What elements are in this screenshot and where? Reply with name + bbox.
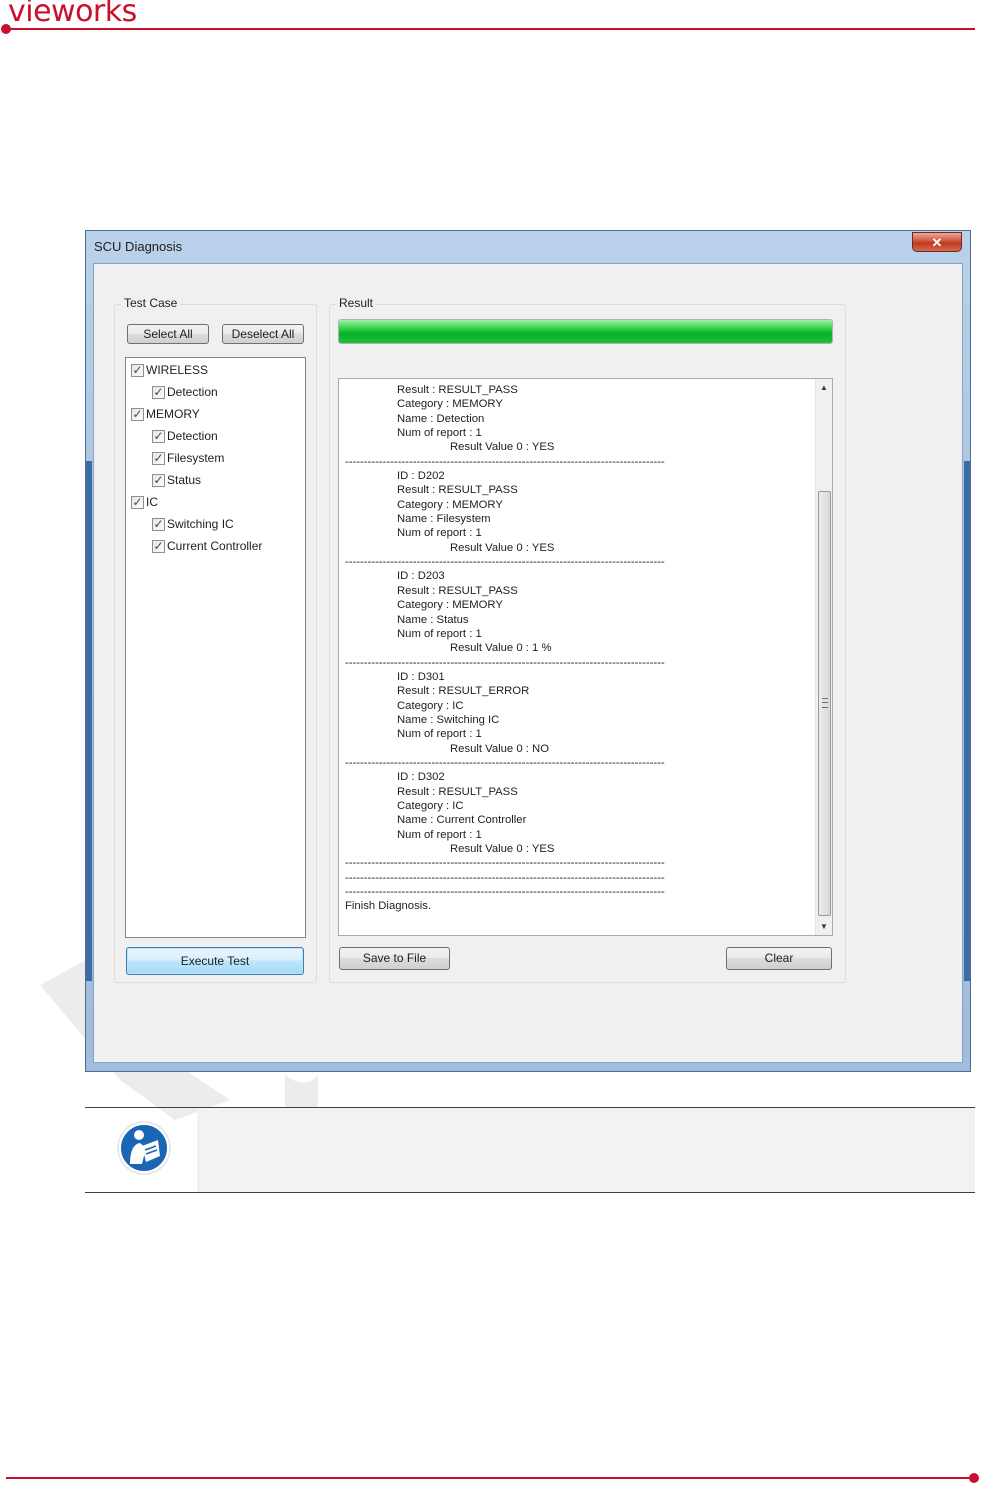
test-case-group: Test Case Select All Deselect All ✓ WIRE…	[114, 296, 317, 983]
result-line: ----------------------------------------…	[345, 556, 665, 569]
result-line: Category : MEMORY	[397, 498, 503, 511]
result-line: Result : RESULT_PASS	[397, 384, 518, 396]
tree-item-label: MEMORY	[146, 407, 200, 421]
title-bar[interactable]: SCU Diagnosis ✕	[86, 231, 970, 261]
result-line: Result : RESULT_ERROR	[397, 685, 530, 698]
checkbox-checked-icon[interactable]: ✓	[152, 473, 165, 487]
progress-fill	[339, 320, 832, 343]
result-line: Name : Detection	[397, 412, 485, 425]
tree-item-label: Current Controller	[167, 539, 263, 553]
tree-item-ic-switching[interactable]: ✓ Switching IC	[152, 516, 234, 532]
result-line: Result Value 0 : YES	[450, 541, 555, 554]
result-line: ID : D202	[397, 470, 445, 483]
result-line: ID : D203	[397, 570, 445, 583]
tree-item-memory-detection[interactable]: ✓ Detection	[152, 428, 218, 444]
checkbox-checked-icon[interactable]: ✓	[131, 363, 144, 377]
result-label: Result	[336, 296, 377, 310]
close-button[interactable]: ✕	[912, 232, 962, 252]
tree-item-ic-current-controller[interactable]: ✓ Current Controller	[152, 538, 262, 554]
result-line: ----------------------------------------…	[345, 871, 665, 884]
checkbox-checked-icon[interactable]: ✓	[131, 407, 144, 421]
select-all-button[interactable]: Select All	[127, 324, 209, 344]
scu-diagnosis-window: SCU Diagnosis ✕ Test Case Select All Des…	[85, 230, 971, 1072]
note-box	[85, 1107, 975, 1193]
result-line: Num of report : 1	[397, 427, 482, 440]
tree-item-label: Filesystem	[167, 451, 225, 465]
result-line: Name : Current Controller	[397, 814, 527, 827]
tree-item-wireless-detection[interactable]: ✓ Detection	[152, 384, 218, 400]
tree-item-label: Status	[167, 473, 202, 487]
test-case-tree[interactable]: ✓ WIRELESS ✓ Detection ✓ MEMORY ✓ Detect…	[125, 357, 306, 938]
result-line: Result : RESULT_PASS	[397, 785, 518, 798]
result-line: Name : Filesystem	[397, 513, 491, 526]
footer-rule	[6, 1477, 974, 1479]
result-line: Name : Switching IC	[397, 713, 500, 726]
close-icon: ✕	[931, 235, 943, 250]
result-line: Num of report : 1	[397, 527, 482, 540]
tree-item-memory-filesystem[interactable]: ✓ Filesystem	[152, 450, 224, 466]
tree-item-label: Detection	[167, 385, 218, 399]
scroll-thumb[interactable]	[818, 491, 831, 916]
checkbox-checked-icon[interactable]: ✓	[152, 451, 165, 465]
vertical-scrollbar[interactable]: ▲ ▼	[815, 379, 832, 935]
deselect-all-button[interactable]: Deselect All	[222, 324, 304, 344]
tree-item-label: WIRELESS	[146, 363, 209, 377]
checkbox-checked-icon[interactable]: ✓	[152, 517, 165, 531]
scroll-down-icon[interactable]: ▼	[816, 918, 832, 935]
result-line: Category : MEMORY	[397, 599, 503, 612]
result-line: Result Value 0 : YES	[450, 843, 555, 855]
result-line: Category : IC	[397, 799, 464, 812]
tree-item-label: Detection	[167, 429, 218, 443]
result-line: Num of report : 1	[397, 728, 482, 741]
result-line: ----------------------------------------…	[345, 455, 665, 468]
result-line: Num of report : 1	[397, 627, 482, 640]
result-line: Result : RESULT_PASS	[397, 584, 518, 597]
header-rule	[6, 28, 975, 30]
window-title: SCU Diagnosis	[94, 239, 183, 254]
dialog-client-area: Test Case Select All Deselect All ✓ WIRE…	[93, 263, 963, 1063]
result-line: ID : D301	[397, 670, 445, 683]
result-line: ----------------------------------------…	[345, 656, 665, 669]
progress-bar	[338, 319, 833, 344]
result-line: Result Value 0 : YES	[450, 441, 555, 454]
checkbox-checked-icon[interactable]: ✓	[131, 495, 144, 509]
result-line: ----------------------------------------…	[345, 756, 665, 769]
scroll-up-icon[interactable]: ▲	[816, 379, 832, 396]
tree-item-wireless[interactable]: ✓ WIRELESS	[131, 362, 208, 378]
tree-item-memory[interactable]: ✓ MEMORY	[131, 406, 200, 422]
result-line: Num of report : 1	[397, 828, 482, 841]
checkbox-checked-icon[interactable]: ✓	[152, 539, 165, 553]
result-line: Category : MEMORY	[397, 398, 503, 411]
result-line: Result Value 0 : 1 %	[450, 642, 552, 655]
result-log: Result : RESULT_PASS Category : MEMORY Nam…	[345, 383, 815, 914]
result-line: Category : IC	[397, 699, 464, 712]
result-text-area[interactable]: Result : RESULT_PASS Category : MEMORY Nam…	[338, 378, 833, 936]
checkbox-checked-icon[interactable]: ✓	[152, 429, 165, 443]
tree-item-ic[interactable]: ✓ IC	[131, 494, 158, 510]
clear-button[interactable]: Clear	[726, 947, 832, 970]
result-line: ----------------------------------------…	[345, 857, 665, 870]
manual-reading-icon	[117, 1121, 171, 1175]
tree-item-memory-status[interactable]: ✓ Status	[152, 472, 201, 488]
tree-item-label: Switching IC	[167, 517, 234, 531]
checkbox-checked-icon[interactable]: ✓	[152, 385, 165, 399]
result-line: Finish Diagnosis.	[345, 900, 432, 913]
vieworks-logo: vieworks	[8, 0, 137, 29]
result-line: ----------------------------------------…	[345, 886, 665, 899]
scroll-grip-icon	[822, 698, 828, 708]
result-line: Name : Status	[397, 613, 469, 626]
test-case-label: Test Case	[121, 296, 181, 310]
result-line: ID : D302	[397, 771, 445, 784]
tree-item-label: IC	[146, 495, 158, 509]
note-content-area	[197, 1108, 975, 1192]
execute-test-button[interactable]: Execute Test	[126, 947, 304, 975]
result-line: Result : RESULT_PASS	[397, 484, 518, 497]
save-to-file-button[interactable]: Save to File	[339, 947, 450, 970]
footer-rule-dot	[969, 1473, 979, 1483]
result-line: Result Value 0 : NO	[450, 742, 549, 755]
